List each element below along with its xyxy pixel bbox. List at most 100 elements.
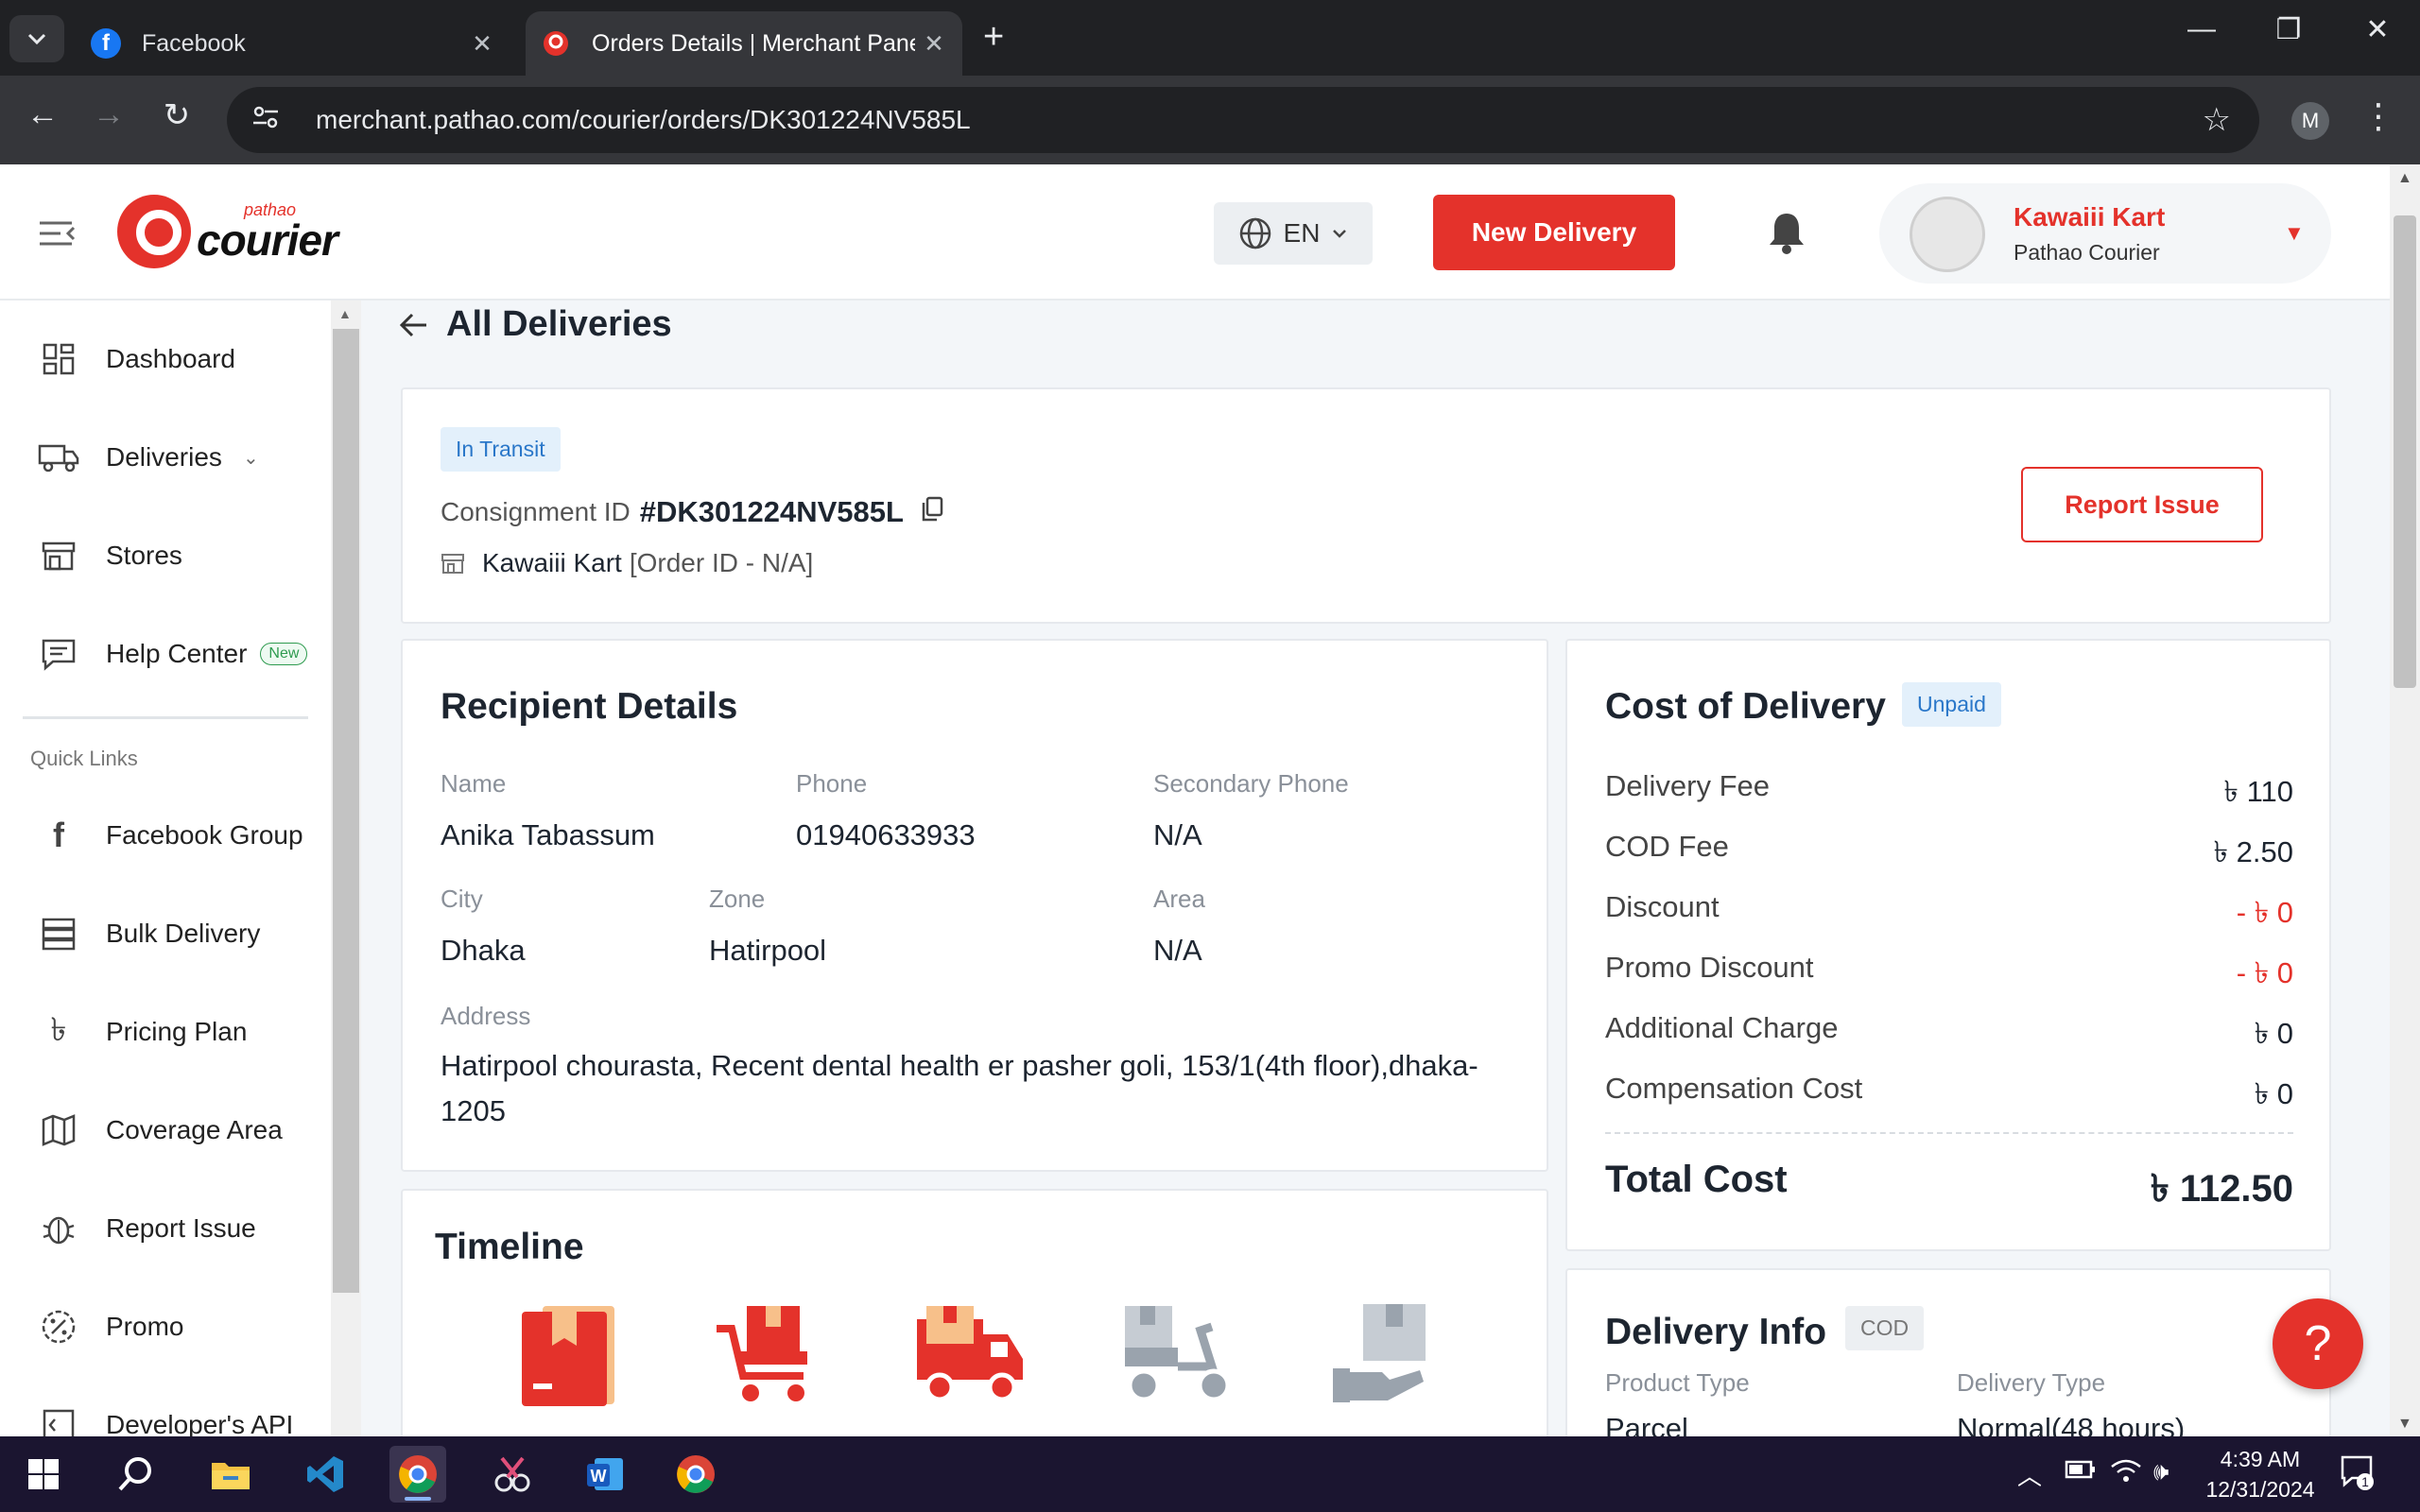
cost-value: - ৳ 0 (2236, 956, 2293, 989)
tab-title: Orders Details | Merchant Panel (592, 29, 915, 57)
sidebar-scrollbar[interactable]: ▲ (331, 301, 361, 1436)
tab-orders-details[interactable]: Orders Details | Merchant Panel ✕ (526, 11, 962, 76)
close-icon[interactable]: ✕ (463, 29, 501, 59)
url-text: merchant.pathao.com/courier/orders/DK301… (316, 105, 971, 134)
scrollbar-thumb[interactable] (333, 329, 359, 1293)
file-explorer-icon[interactable] (202, 1446, 259, 1503)
recipient-phone: 01940633933 (796, 818, 976, 851)
cost-row-additional-charge: Additional Charge ৳ 0 (1605, 1011, 2293, 1060)
truck-icon (38, 442, 79, 472)
cost-value: ৳ 0 (2254, 1017, 2293, 1050)
copy-icon[interactable] (921, 496, 943, 529)
notification-bell-icon[interactable] (1766, 210, 1807, 260)
facebook-favicon-icon: f (91, 28, 121, 59)
volume-icon[interactable]: 🕪 (2153, 1457, 2169, 1487)
scroll-down-icon[interactable]: ▼ (2397, 1416, 2412, 1433)
close-icon[interactable]: ✕ (915, 29, 953, 59)
minimize-icon[interactable]: — (2159, 13, 2244, 45)
search-icon[interactable] (108, 1446, 164, 1503)
new-delivery-button[interactable]: New Delivery (1433, 195, 1675, 270)
os-taskbar: W ︿ 🕪 4:39 AM 12/31/2024 1 (0, 1436, 2420, 1512)
browser-profile-avatar[interactable]: M (2291, 102, 2329, 140)
timeline-card: Timeline (401, 1189, 1548, 1453)
recipient-name: Anika Tabassum (441, 818, 655, 851)
sidebar-item-report-issue[interactable]: Report Issue (0, 1191, 331, 1266)
delivery-truck-icon (917, 1306, 1023, 1402)
recipient-title: Recipient Details (441, 686, 738, 727)
help-button[interactable]: ? (2273, 1298, 2363, 1389)
cost-label: Additional Charge (1605, 1011, 1839, 1044)
avatar (1910, 197, 1985, 272)
tab-facebook[interactable]: f Facebook ✕ (76, 11, 510, 76)
sidebar-item-help-center[interactable]: Help Center New (0, 616, 331, 692)
sidebar-item-promo[interactable]: Promo (0, 1289, 331, 1365)
scroll-up-icon[interactable]: ▲ (338, 306, 352, 321)
sidebar-item-pricing-plan[interactable]: ৳ Pricing Plan (0, 994, 331, 1070)
chrome-taskbar-icon[interactable] (389, 1446, 446, 1503)
delivery-type-label: Delivery Type (1957, 1368, 2106, 1397)
scroll-up-icon[interactable]: ▲ (2397, 170, 2412, 187)
pathao-courier-logo[interactable]: pathao courier (117, 195, 338, 268)
clock-date: 12/31/2024 (2205, 1477, 2315, 1502)
snipping-tool-icon[interactable] (484, 1446, 541, 1503)
address-bar[interactable]: merchant.pathao.com/courier/orders/DK301… (227, 87, 2259, 153)
reload-icon[interactable]: ↻ (153, 96, 200, 134)
collapse-menu-icon[interactable] (38, 219, 78, 252)
sidebar-item-deliveries[interactable]: Deliveries ⌄ (0, 420, 331, 495)
notification-count: 1 (2361, 1474, 2369, 1489)
language-selector[interactable]: EN (1214, 202, 1373, 265)
tab-search-button[interactable] (9, 15, 64, 62)
dashboard-icon (38, 342, 79, 376)
word-icon[interactable]: W (577, 1446, 633, 1503)
store-name: Kawaiii Kart (482, 548, 622, 577)
restore-icon[interactable]: ❐ (2246, 13, 2331, 46)
site-settings-icon[interactable] (251, 105, 289, 136)
wifi-icon[interactable] (2110, 1457, 2142, 1492)
sidebar-item-facebook-group[interactable]: f Facebook Group (0, 798, 331, 873)
area-label: Area (1153, 885, 1205, 913)
total-cost-row: Total Cost ৳ 112.50 (1605, 1159, 2293, 1222)
chrome-profile-icon[interactable] (667, 1446, 724, 1503)
sidebar-item-developers-api[interactable]: Developer's API (0, 1387, 331, 1436)
back-arrow-icon[interactable]: ← (19, 96, 66, 133)
store-row: Kawaiii Kart [Order ID - N/A] (441, 548, 813, 578)
report-issue-button[interactable]: Report Issue (2021, 467, 2263, 542)
secondary-phone-label: Secondary Phone (1153, 769, 1349, 798)
forward-arrow-icon[interactable]: → (85, 96, 132, 133)
page-title[interactable]: All Deliveries (446, 304, 672, 345)
browser-menu-icon[interactable]: ⋮ (2361, 96, 2395, 136)
notification-center-icon[interactable]: 1 (2339, 1453, 2377, 1498)
cost-label: Discount (1605, 890, 1720, 923)
sidebar-item-label: Pricing Plan (106, 1017, 248, 1046)
payment-type-badge: COD (1845, 1306, 1925, 1350)
user-profile-menu[interactable]: Kawaiii Kart Pathao Courier ▼ (1879, 183, 2331, 284)
tray-overflow-icon[interactable]: ︿ (2017, 1457, 2042, 1492)
clock-time: 4:39 AM (2220, 1447, 2301, 1471)
page-scrollbar[interactable]: ▲ ▼ (2390, 164, 2420, 1436)
windows-start-icon[interactable] (15, 1446, 72, 1503)
sidebar-item-label: Deliveries (106, 442, 222, 472)
delivery-info-title: Delivery Info (1605, 1312, 1827, 1352)
chevron-down-icon (1333, 230, 1347, 238)
scrollbar-thumb[interactable] (2394, 215, 2416, 688)
battery-icon[interactable] (2065, 1457, 2097, 1486)
sidebar: Dashboard Deliveries ⌄ Stores Help Cente… (0, 301, 331, 1436)
window-close-icon[interactable]: ✕ (2335, 13, 2420, 46)
sidebar-item-bulk-delivery[interactable]: Bulk Delivery (0, 896, 331, 971)
system-clock[interactable]: 4:39 AM 12/31/2024 (2199, 1444, 2322, 1504)
back-arrow-icon[interactable] (397, 311, 429, 339)
recipient-details-card: Recipient Details Name Anika Tabassum Ph… (401, 639, 1548, 1172)
cost-value: ৳ 110 (2223, 775, 2293, 808)
facebook-icon: f (53, 816, 64, 854)
name-label: Name (441, 769, 507, 798)
sidebar-item-coverage-area[interactable]: Coverage Area (0, 1092, 331, 1168)
bookmark-star-icon[interactable]: ☆ (2203, 101, 2231, 139)
vscode-icon[interactable] (297, 1446, 354, 1503)
language-label: EN (1283, 218, 1321, 248)
consignment-card: In Transit Consignment ID #DK301224NV585… (401, 387, 2331, 624)
bug-icon (38, 1211, 79, 1246)
recipient-address: Hatirpool chourasta, Recent dental healt… (441, 1049, 1478, 1127)
sidebar-item-dashboard[interactable]: Dashboard (0, 321, 331, 397)
sidebar-item-stores[interactable]: Stores (0, 518, 331, 593)
new-tab-button[interactable]: + (983, 17, 1004, 58)
